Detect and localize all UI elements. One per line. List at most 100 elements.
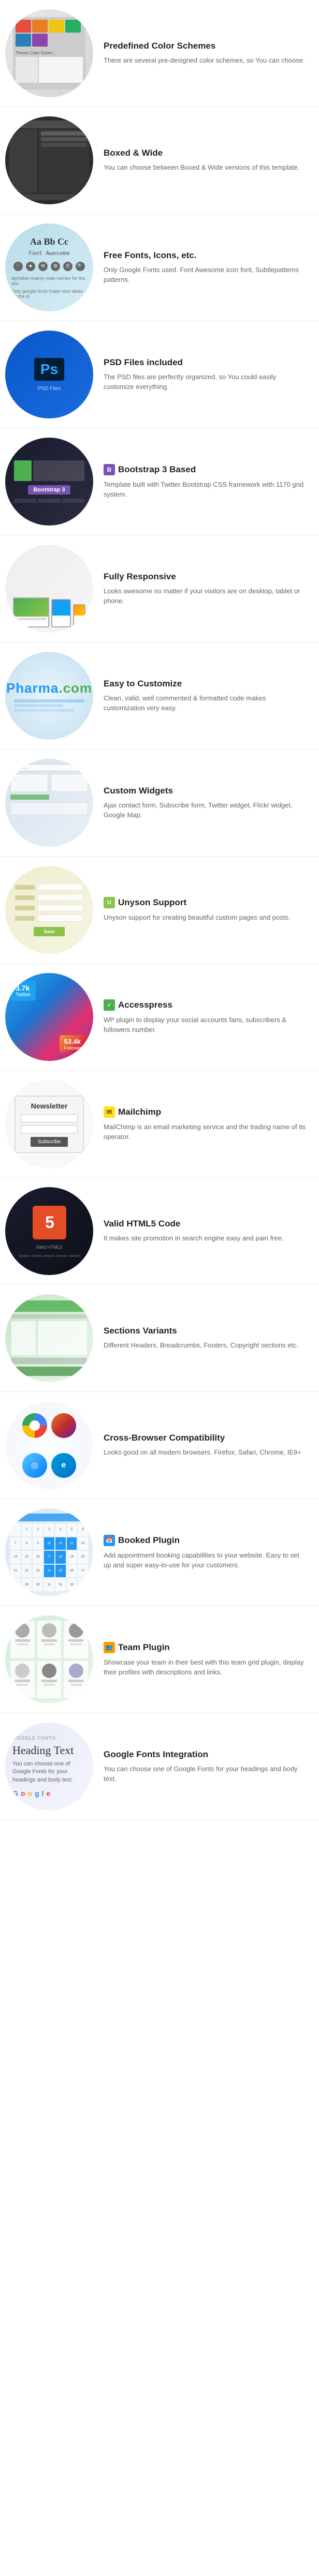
feature-title-wrap-responsive: Fully Responsive bbox=[104, 572, 307, 582]
feature-image-responsive bbox=[5, 545, 93, 633]
feature-title-widgets: Custom Widgets bbox=[104, 786, 173, 796]
team-icon: 👥 bbox=[104, 1642, 115, 1653]
feature-item-accesspress: 3.7k Twitter 53.4k Followers ✓Accesspres… bbox=[0, 964, 319, 1071]
feature-desc-free-fonts: Only Google Fonts used. Font Awesome ico… bbox=[104, 265, 307, 285]
feature-title-browser: Cross-Browser Compatibility bbox=[104, 1433, 225, 1443]
feature-desc-mailchimp: MailChimp is an email marketing service … bbox=[104, 1122, 307, 1142]
feature-title-boxed-wide: Boxed & Wide bbox=[104, 148, 163, 158]
feature-image-fonts: Aa Bb Cc Font Awesome ♡★✉⚙☰🔍 alphabet ma… bbox=[5, 223, 93, 311]
booked-icon: 📅 bbox=[104, 1535, 115, 1546]
feature-title-accesspress: Accesspress bbox=[118, 1000, 172, 1010]
feature-image-unyson: Save bbox=[5, 866, 93, 954]
feature-item-html5: 5 Valid HTML5 Valid HTML5 CodeIt makes s… bbox=[0, 1178, 319, 1285]
feature-title-wrap-booked: 📅Booked Plugin bbox=[104, 1535, 307, 1546]
feature-title-google-fonts: Google Fonts Integration bbox=[104, 1749, 208, 1760]
feature-desc-bootstrap: Template built with Twitter Bootstrap CS… bbox=[104, 480, 307, 500]
feature-item-browser: ◎ e Cross-Browser Compatibility Looks goo… bbox=[0, 1392, 319, 1499]
feature-title-free-fonts: Free Fonts, Icons, etc. bbox=[104, 250, 197, 261]
feature-content-mailchimp: ✉Mailchimp MailChimp is an email marketin… bbox=[104, 1106, 307, 1142]
unyson-icon: U bbox=[104, 897, 115, 908]
feature-content-html5: Valid HTML5 Code It makes site promotion … bbox=[104, 1219, 307, 1244]
feature-title-bootstrap: Bootstrap 3 Based bbox=[118, 465, 196, 475]
feature-item-color-schemes: Theme Color Schen... Predefined Color Sc… bbox=[0, 0, 319, 107]
feature-title-wrap-team: 👥Team Plugin bbox=[104, 1642, 307, 1653]
mailchimp-icon: ✉ bbox=[104, 1106, 115, 1118]
feature-title-wrap-psd-files: PSD Files included bbox=[104, 357, 307, 368]
feature-title-psd-files: PSD Files included bbox=[104, 357, 183, 368]
feature-title-wrap-browser: Cross-Browser Compatibility bbox=[104, 1433, 307, 1443]
feature-content-team: 👥Team Plugin Showcase your team in their … bbox=[104, 1642, 307, 1678]
feature-title-wrap-boxed-wide: Boxed & Wide bbox=[104, 148, 307, 158]
feature-image-psd: Ps PSD Files bbox=[5, 331, 93, 418]
feature-image-sections bbox=[5, 1294, 93, 1382]
feature-item-psd-files: Ps PSD Files PSD Files included The PSD f… bbox=[0, 321, 319, 428]
feature-desc-boxed-wide: You can choose between Boxed & Wide vers… bbox=[104, 162, 307, 173]
feature-content-booked: 📅Booked Plugin Add appointment booking ca… bbox=[104, 1535, 307, 1570]
feature-desc-team: Showcase your team in their best with th… bbox=[104, 1657, 307, 1678]
feature-item-free-fonts: Aa Bb Cc Font Awesome ♡★✉⚙☰🔍 alphabet ma… bbox=[0, 214, 319, 321]
feature-title-wrap-html5: Valid HTML5 Code bbox=[104, 1219, 307, 1229]
feature-item-google-fonts: Google Fonts Heading Text You can choose… bbox=[0, 1713, 319, 1820]
feature-desc-psd-files: The PSD files are perfectly organized, s… bbox=[104, 372, 307, 392]
feature-title-wrap-free-fonts: Free Fonts, Icons, etc. bbox=[104, 250, 307, 261]
feature-content-color-schemes: Predefined Color Schemes There are severa… bbox=[104, 41, 307, 66]
feature-image-team bbox=[5, 1615, 93, 1703]
feature-title-html5: Valid HTML5 Code bbox=[104, 1219, 180, 1229]
feature-image-color-schemes: Theme Color Schen... bbox=[5, 9, 93, 97]
feature-item-customize: Pharma.com Easy to Customize Clean, valid… bbox=[0, 642, 319, 750]
feature-desc-booked: Add appointment booking capabilities to … bbox=[104, 1550, 307, 1570]
feature-title-sections: Sections Variants bbox=[104, 1326, 177, 1336]
feature-title-wrap-accesspress: ✓Accesspress bbox=[104, 999, 307, 1011]
feature-content-boxed-wide: Boxed & Wide You can choose between Boxed… bbox=[104, 148, 307, 173]
feature-desc-sections: Different Headers, Breadcrumbs, Footers,… bbox=[104, 1340, 307, 1351]
feature-title-wrap-unyson: UUnyson Support bbox=[104, 897, 307, 908]
feature-image-social: 3.7k Twitter 53.4k Followers bbox=[5, 973, 93, 1061]
feature-title-unyson: Unyson Support bbox=[118, 897, 186, 908]
feature-image-pharma: Pharma.com bbox=[5, 652, 93, 740]
feature-content-browser: Cross-Browser Compatibility Looks good on… bbox=[104, 1433, 307, 1458]
feature-item-widgets: Search... Custom Widgets Ajax contact for… bbox=[0, 750, 319, 857]
feature-item-unyson: Save UUnyson Support Unyson support for c… bbox=[0, 857, 319, 964]
feature-item-boxed-wide: Boxed & Wide You can choose between Boxed… bbox=[0, 107, 319, 214]
feature-desc-google-fonts: You can choose one of Google Fonts for y… bbox=[104, 1764, 307, 1784]
feature-content-responsive: Fully Responsive Looks awesome no matter … bbox=[104, 572, 307, 606]
feature-image-boxed-wide bbox=[5, 116, 93, 204]
feature-desc-responsive: Looks awesome no matter if your visitors… bbox=[104, 586, 307, 606]
feature-title-mailchimp: Mailchimp bbox=[118, 1107, 161, 1117]
feature-title-responsive: Fully Responsive bbox=[104, 572, 176, 582]
feature-image-google-fonts: Google Fonts Heading Text You can choose… bbox=[5, 1723, 93, 1810]
feature-image-booked: 1234567891011121314151617181920212223242… bbox=[5, 1508, 93, 1596]
feature-item-team: 👥Team Plugin Showcase your team in their … bbox=[0, 1606, 319, 1713]
feature-desc-unyson: Unyson support for creating beautiful cu… bbox=[104, 912, 307, 923]
feature-title-color-schemes: Predefined Color Schemes bbox=[104, 41, 215, 51]
feature-title-wrap-sections: Sections Variants bbox=[104, 1326, 307, 1336]
feature-title-team: Team Plugin bbox=[118, 1642, 170, 1653]
feature-image-browser: ◎ e bbox=[5, 1401, 93, 1489]
feature-desc-color-schemes: There are several pre-designed color sch… bbox=[104, 55, 307, 66]
feature-content-psd-files: PSD Files included The PSD files are perf… bbox=[104, 357, 307, 392]
feature-title-wrap-widgets: Custom Widgets bbox=[104, 786, 307, 796]
feature-image-bootstrap: Bootstrap 3 bbox=[5, 438, 93, 526]
feature-title-wrap-bootstrap: BBootstrap 3 Based bbox=[104, 464, 307, 475]
feature-desc-browser: Looks good on all modern browsers. Firef… bbox=[104, 1447, 307, 1458]
feature-title-wrap-google-fonts: Google Fonts Integration bbox=[104, 1749, 307, 1760]
feature-item-booked: 1234567891011121314151617181920212223242… bbox=[0, 1499, 319, 1606]
bootstrap-icon: B bbox=[104, 464, 115, 475]
feature-content-unyson: UUnyson Support Unyson support for creati… bbox=[104, 897, 307, 923]
feature-item-sections: Sections Variants Different Headers, Brea… bbox=[0, 1285, 319, 1392]
feature-content-google-fonts: Google Fonts Integration You can choose o… bbox=[104, 1749, 307, 1784]
feature-title-wrap-color-schemes: Predefined Color Schemes bbox=[104, 41, 307, 51]
feature-title-wrap-mailchimp: ✉Mailchimp bbox=[104, 1106, 307, 1118]
feature-desc-html5: It makes site promotion in search engine… bbox=[104, 1233, 307, 1244]
feature-desc-customize: Clean, valid, well commented & formatted… bbox=[104, 693, 307, 713]
feature-image-widgets: Search... bbox=[5, 759, 93, 847]
feature-content-customize: Easy to Customize Clean, valid, well comm… bbox=[104, 679, 307, 713]
accesspress-icon: ✓ bbox=[104, 999, 115, 1011]
feature-content-sections: Sections Variants Different Headers, Brea… bbox=[104, 1326, 307, 1351]
feature-title-customize: Easy to Customize bbox=[104, 679, 182, 689]
features-list: Theme Color Schen... Predefined Color Sc… bbox=[0, 0, 319, 1820]
feature-title-wrap-customize: Easy to Customize bbox=[104, 679, 307, 689]
feature-image-mailchimp: Newsletter Subscribe bbox=[5, 1080, 93, 1168]
feature-title-booked: Booked Plugin bbox=[118, 1535, 180, 1546]
feature-desc-widgets: Ajax contact form, Subscribe form, Twitt… bbox=[104, 800, 307, 820]
